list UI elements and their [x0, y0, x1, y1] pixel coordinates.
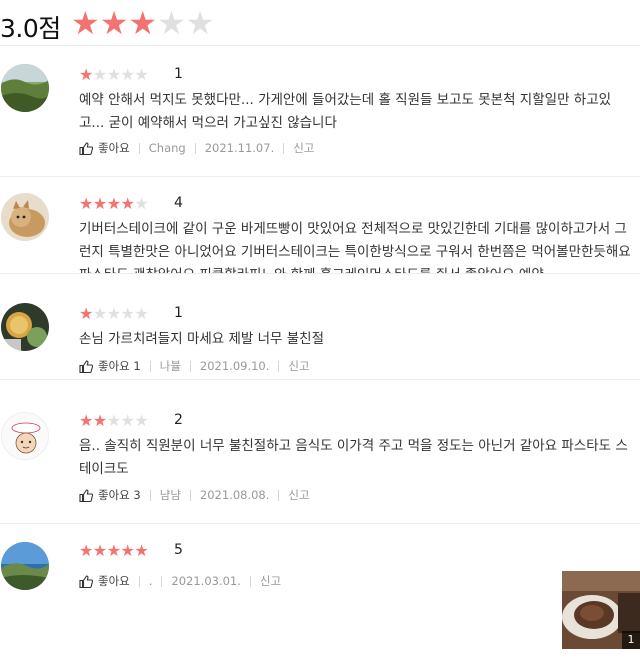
divider — [283, 142, 285, 154]
avatar[interactable] — [1, 193, 49, 241]
rating-summary: 3.0점 ★★★★★ — [0, 0, 640, 46]
like-label: 좋아요 — [98, 141, 130, 155]
star-empty-icon: ★★★★ — [92, 65, 149, 84]
review-meta: 좋아요 Chang 2021.11.07. 신고 — [79, 139, 314, 157]
rating-value: 2 — [174, 412, 183, 428]
star-icon: ★ — [128, 4, 158, 42]
divider — [189, 489, 191, 501]
review-date: 2021.03.01. — [171, 574, 241, 588]
star-icon: ★ — [79, 65, 93, 84]
star-empty-icon: ★★★★ — [92, 304, 149, 323]
review-date: 2021.09.10. — [199, 359, 270, 373]
rating-value: 5 — [174, 542, 183, 558]
review-date: 2021.11.07. — [204, 141, 275, 155]
review-author[interactable]: Chang — [149, 141, 186, 155]
star-icon: ★ — [71, 4, 100, 42]
review-item: ★★★★★ 1 손님 가르치려들지 마세요 제발 너무 불친절 좋아요 1 나뷸… — [0, 275, 640, 380]
avatar[interactable] — [1, 64, 49, 112]
rating-value: 1 — [174, 66, 183, 82]
star-empty-icon: ★ — [134, 194, 149, 213]
star-icon: ★★★★ — [79, 194, 135, 213]
review-text: 예약 안해서 먹지도 못했다만... 가게안에 들어갔는데 홀 직원들 보고도 … — [79, 92, 612, 131]
review-author[interactable]: 냠냠 — [160, 487, 181, 503]
review-text: 기버터스테이크에 같이 구운 바게뜨빵이 맛있어요 전체적으로 맛있긴한데 기대… — [79, 221, 631, 273]
like-button[interactable]: 좋아요 — [79, 573, 130, 589]
divider — [189, 360, 191, 372]
thumbs-up-icon — [79, 488, 93, 502]
review-rating: ★★★★★ 1 — [79, 65, 183, 84]
avatar[interactable] — [1, 412, 49, 460]
review-rating: ★★★★★ 1 — [79, 304, 183, 323]
review-item: ★★★★★ 1 예약 안해서 먹지도 못했다만... 가게안에 들어갔는데 홀 … — [0, 47, 640, 177]
divider — [149, 489, 151, 501]
review-rating: ★★★★★ 5 — [79, 541, 183, 560]
like-button[interactable]: 좋아요 — [79, 140, 130, 156]
review-author[interactable]: 나뷸 — [160, 358, 181, 374]
thumbs-up-icon — [79, 141, 93, 155]
like-label: 좋아요 — [98, 574, 130, 588]
star-empty-icon: ★ — [157, 4, 186, 42]
like-count: 3 — [133, 488, 141, 502]
star-empty-icon: ★★★ — [106, 411, 149, 430]
rating-value: 1 — [174, 305, 183, 321]
divider — [249, 575, 251, 587]
review-text: 손님 가르치려들지 마세요 제발 너무 불친절 — [79, 331, 325, 347]
divider — [138, 575, 140, 587]
review-text: 음.. 솔직히 직원분이 너무 불친절하고 음식도 이가격 주고 먹을 정도는 … — [79, 438, 628, 477]
review-item: ★★★★★ 2 음.. 솔직히 직원분이 너무 불친절하고 음식도 이가격 주고… — [0, 381, 640, 524]
like-label: 좋아요 — [98, 488, 130, 502]
star-icon: ★★★★★ — [79, 541, 149, 560]
like-button[interactable]: 좋아요 1 — [79, 358, 141, 374]
rating-value: 4 — [174, 195, 183, 211]
review-meta: 좋아요 3 냠냠 2021.08.08. 신고 — [79, 486, 310, 504]
average-score: 3.0점 — [0, 14, 61, 43]
review-meta: 좋아요 1 나뷸 2021.09.10. 신고 — [79, 357, 310, 375]
avatar[interactable] — [1, 542, 49, 590]
review-item: ★★★★★ 5 좋아요 . 2021.03.01. 신고 — [0, 525, 640, 666]
like-button[interactable]: 좋아요 3 — [79, 487, 141, 503]
like-label: 좋아요 — [98, 359, 130, 373]
report-link[interactable]: 신고 — [260, 573, 281, 589]
divider — [138, 142, 140, 154]
star-icon: ★ — [99, 4, 129, 42]
divider — [161, 575, 163, 587]
star-empty-icon: ★ — [185, 4, 215, 42]
review-photo[interactable]: 1 — [562, 571, 640, 649]
photo-count: 1 — [622, 631, 640, 649]
report-link[interactable]: 신고 — [293, 140, 314, 156]
report-link[interactable]: 신고 — [288, 487, 309, 503]
review-item: ★★★★★ 4 기버터스테이크에 같이 구운 바게뜨빵이 맛있어요 전체적으로 … — [0, 178, 640, 274]
star-icon: ★★ — [79, 411, 107, 430]
review-rating: ★★★★★ 4 — [79, 194, 183, 213]
avatar[interactable] — [1, 303, 49, 351]
average-stars: ★★★★★ — [71, 5, 214, 41]
review-author[interactable]: . — [149, 574, 153, 588]
divider — [278, 360, 280, 372]
review-rating: ★★★★★ 2 — [79, 411, 183, 430]
star-icon: ★ — [79, 304, 93, 323]
review-meta: 좋아요 . 2021.03.01. 신고 — [79, 572, 281, 590]
divider — [194, 142, 196, 154]
thumbs-up-icon — [79, 574, 93, 588]
divider — [149, 360, 151, 372]
report-link[interactable]: 신고 — [288, 358, 309, 374]
review-date: 2021.08.08. — [199, 488, 270, 502]
thumbs-up-icon — [79, 359, 93, 373]
like-count: 1 — [133, 359, 141, 373]
divider — [278, 489, 280, 501]
